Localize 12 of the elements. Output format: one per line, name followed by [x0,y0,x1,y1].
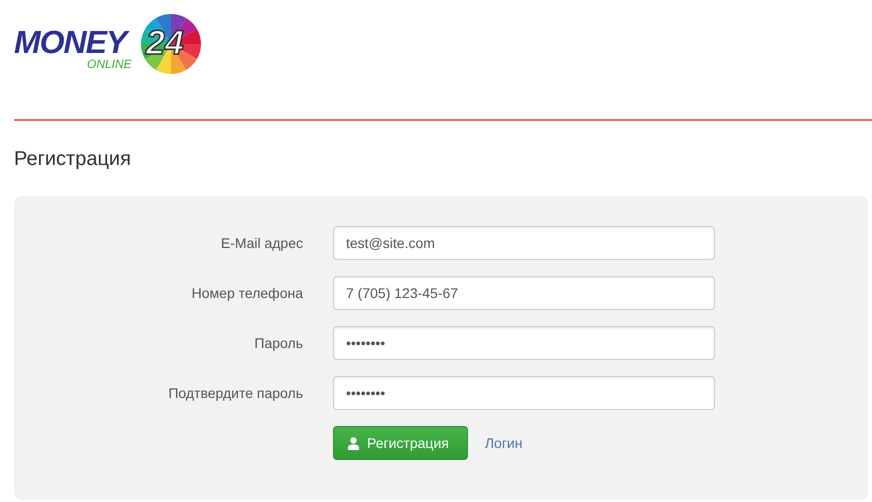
input-field[interactable]: •••••••• [333,376,715,410]
page-title: Регистрация [14,147,132,171]
field-label: Пароль [253,334,303,353]
input-field[interactable]: •••••••• [333,326,715,360]
field-label: Подтвердите пароль [167,384,303,403]
user-icon [348,436,359,450]
field-label: Номер телефона [190,284,303,303]
logo-tagline: ONLINE [87,58,132,70]
input-field[interactable]: test@site.com [333,226,715,260]
login-link[interactable]: Логин [484,432,522,454]
field-label: E-Mail адрес [220,234,303,253]
input-field[interactable]: 7 (705) 123-45-67 [333,276,715,310]
